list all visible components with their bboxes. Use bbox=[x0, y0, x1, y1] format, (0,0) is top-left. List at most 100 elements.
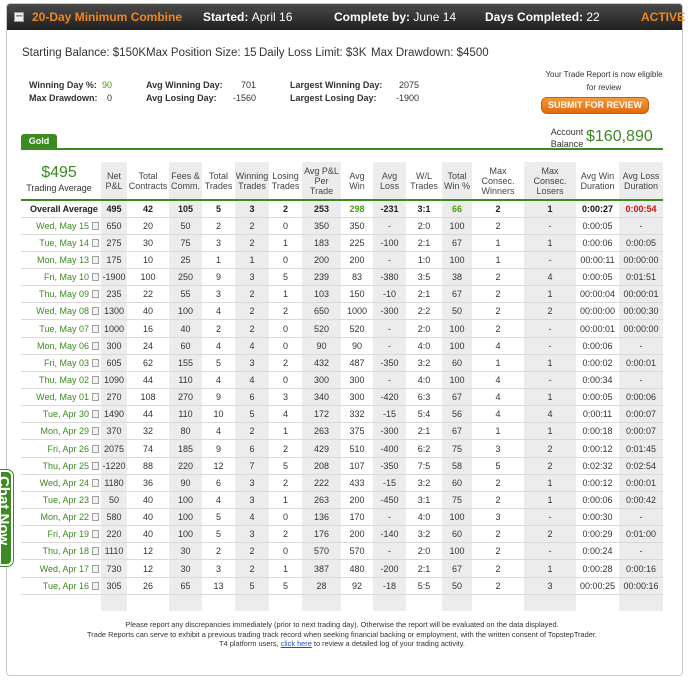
row-date[interactable]: Wed, Apr 24 bbox=[40, 478, 89, 488]
row-date-link[interactable]: Wed, May 01 bbox=[21, 388, 101, 407]
row-date[interactable]: Wed, May 01 bbox=[36, 392, 89, 402]
table-cell: 2 bbox=[524, 525, 576, 544]
note-icon[interactable] bbox=[92, 358, 99, 367]
table-cell: 3:1 bbox=[406, 198, 442, 218]
row-date[interactable]: Mon, Apr 22 bbox=[40, 512, 89, 522]
row-date[interactable]: Fri, Apr 19 bbox=[47, 529, 89, 539]
table-cell: 1000 bbox=[341, 302, 373, 321]
row-date[interactable]: Tue, Apr 23 bbox=[43, 495, 89, 505]
table-cell: 2 bbox=[472, 198, 524, 218]
note-icon[interactable] bbox=[92, 341, 99, 350]
tab-gold[interactable]: Gold bbox=[21, 134, 57, 149]
note-icon[interactable] bbox=[92, 513, 99, 522]
row-date[interactable]: Tue, May 14 bbox=[39, 238, 89, 248]
note-icon[interactable] bbox=[92, 221, 99, 230]
note-icon[interactable] bbox=[92, 273, 99, 282]
note-icon[interactable] bbox=[92, 495, 99, 504]
note-icon[interactable] bbox=[92, 393, 99, 402]
table-cell: 2 bbox=[202, 319, 235, 338]
collapse-toggle-icon[interactable]: − bbox=[14, 12, 24, 22]
note-icon[interactable] bbox=[92, 324, 99, 333]
note-icon[interactable] bbox=[92, 547, 99, 556]
row-date-link[interactable]: Mon, Apr 22 bbox=[21, 508, 101, 527]
table-cell: 225 bbox=[341, 234, 373, 252]
row-date-link[interactable]: Fri, Apr 26 bbox=[21, 439, 101, 458]
table-cell: 3:2 bbox=[406, 525, 442, 544]
row-date[interactable]: Fri, May 03 bbox=[44, 358, 89, 368]
table-cell: 5 bbox=[202, 198, 235, 218]
table-cell: 13 bbox=[202, 577, 235, 595]
row-date-link[interactable]: Thu, Apr 18 bbox=[21, 542, 101, 561]
note-icon[interactable] bbox=[92, 427, 99, 436]
row-date[interactable]: Fri, May 10 bbox=[44, 272, 89, 282]
row-date[interactable]: Mon, May 13 bbox=[37, 255, 89, 265]
row-date[interactable]: Wed, May 15 bbox=[36, 221, 89, 231]
table-cell: 58 bbox=[442, 457, 472, 475]
note-icon[interactable] bbox=[92, 581, 99, 590]
row-date[interactable]: Thu, Apr 25 bbox=[42, 461, 89, 471]
row-date-link[interactable]: Fri, May 03 bbox=[21, 354, 101, 372]
row-date-link[interactable]: Thu, Apr 25 bbox=[21, 457, 101, 475]
table-cell: -450 bbox=[373, 491, 406, 510]
note-icon[interactable] bbox=[92, 564, 99, 573]
note-icon[interactable] bbox=[92, 238, 99, 247]
row-date-link[interactable]: Mon, Apr 29 bbox=[21, 422, 101, 441]
row-date[interactable]: Mon, May 06 bbox=[37, 341, 89, 351]
table-cell: 2 bbox=[269, 198, 302, 218]
row-date-link[interactable]: Fri, May 10 bbox=[21, 268, 101, 287]
table-cell: 67 bbox=[442, 285, 472, 304]
row-date-link[interactable]: Mon, May 13 bbox=[21, 251, 101, 270]
started-value: April 16 bbox=[251, 10, 293, 24]
row-date[interactable]: Tue, Apr 30 bbox=[43, 409, 89, 419]
row-date-link[interactable]: Tue, Apr 16 bbox=[21, 577, 101, 595]
table-cell: 6:2 bbox=[406, 439, 442, 458]
row-date-link[interactable]: Fri, Apr 19 bbox=[21, 525, 101, 544]
table-cell: 00:00:25 bbox=[576, 577, 619, 595]
note-icon[interactable] bbox=[92, 444, 99, 453]
row-date-link[interactable]: Tue, May 07 bbox=[21, 319, 101, 338]
note-icon[interactable] bbox=[92, 478, 99, 487]
row-date-link[interactable]: Thu, May 09 bbox=[21, 285, 101, 304]
table-cell: 4 bbox=[235, 337, 269, 355]
table-cell: -350 bbox=[373, 354, 406, 372]
note-icon[interactable] bbox=[92, 410, 99, 419]
submit-for-review-button[interactable]: SUBMIT FOR REVIEW bbox=[541, 97, 649, 114]
largest-winning-day-label: Largest Winning Day: bbox=[290, 80, 383, 90]
note-icon[interactable] bbox=[92, 461, 99, 470]
row-date-link[interactable]: Wed, Apr 17 bbox=[21, 559, 101, 578]
table-cell: 0:00:54 bbox=[619, 198, 663, 218]
row-date-link[interactable]: Tue, Apr 30 bbox=[21, 405, 101, 424]
row-date-link[interactable]: Thu, May 02 bbox=[21, 371, 101, 390]
row-date[interactable]: Thu, May 09 bbox=[39, 289, 89, 299]
row-date-link[interactable]: Tue, Apr 23 bbox=[21, 491, 101, 510]
col-header-avg-win-duration: Avg Win Duration bbox=[580, 171, 615, 191]
row-date-link[interactable]: Wed, May 08 bbox=[21, 302, 101, 321]
row-date-link[interactable]: Tue, May 14 bbox=[21, 234, 101, 252]
col-header-total-win-pct: Total Win % bbox=[442, 162, 472, 200]
col-header-total-trades: Total Trades bbox=[204, 171, 233, 191]
table-cell: 5 bbox=[235, 405, 269, 424]
note-icon[interactable] bbox=[92, 255, 99, 264]
row-date-link[interactable]: Wed, Apr 24 bbox=[21, 474, 101, 492]
note-icon[interactable] bbox=[92, 290, 99, 299]
table-cell: 170 bbox=[341, 508, 373, 527]
row-date-link[interactable]: Wed, May 15 bbox=[21, 217, 101, 235]
note-icon[interactable] bbox=[92, 375, 99, 384]
row-date[interactable]: Tue, May 07 bbox=[39, 324, 89, 334]
table-cell: 340 bbox=[302, 388, 341, 407]
row-date[interactable]: Thu, May 02 bbox=[39, 375, 89, 385]
click-here-link[interactable]: click here bbox=[281, 639, 312, 648]
row-date[interactable]: Wed, May 08 bbox=[36, 306, 89, 316]
row-date[interactable]: Mon, Apr 29 bbox=[40, 426, 89, 436]
table-cell: 60 bbox=[442, 525, 472, 544]
row-date[interactable]: Fri, Apr 26 bbox=[47, 444, 89, 454]
row-date-link[interactable]: Mon, May 06 bbox=[21, 337, 101, 355]
note-icon[interactable] bbox=[92, 530, 99, 539]
row-date[interactable]: Thu, Apr 18 bbox=[42, 546, 89, 556]
table-cell: 200 bbox=[341, 491, 373, 510]
row-date[interactable]: Wed, Apr 17 bbox=[40, 564, 89, 574]
row-date[interactable]: Tue, Apr 16 bbox=[43, 581, 89, 591]
max-position-size: Max Position Size: 15 bbox=[146, 47, 257, 59]
note-icon[interactable] bbox=[92, 307, 99, 316]
chat-now-button[interactable]: Chat Now bbox=[0, 469, 14, 567]
